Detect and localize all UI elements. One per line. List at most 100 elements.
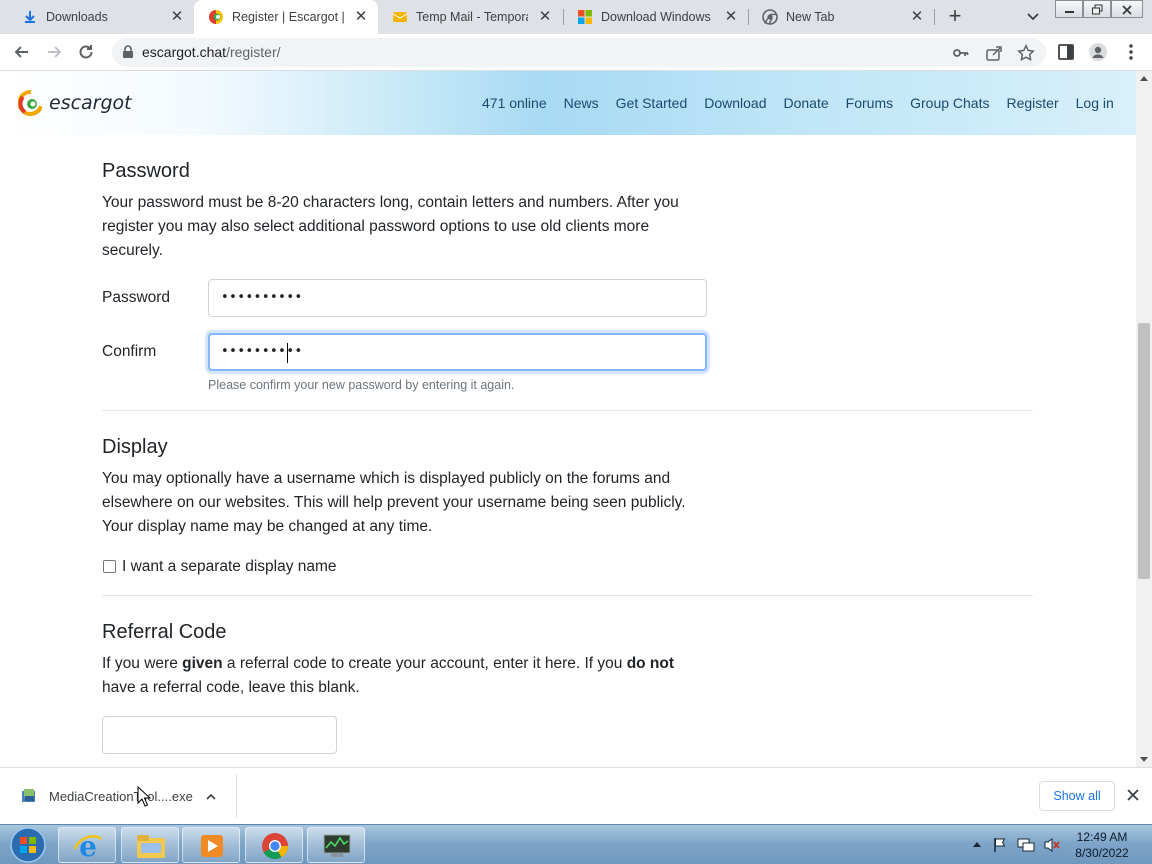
- taskbar-file-explorer[interactable]: [121, 827, 179, 863]
- clock-date: 8/30/2022: [1075, 846, 1129, 860]
- tab-tempmail[interactable]: Temp Mail - Temporar ✕: [378, 0, 562, 34]
- referral-code-input[interactable]: [102, 716, 337, 754]
- forward-icon[interactable]: [44, 42, 64, 62]
- network-icon[interactable]: [1017, 837, 1035, 853]
- referral-bold-do-not: do not: [626, 655, 675, 672]
- confirm-label: Confirm: [102, 343, 157, 360]
- download-bar: MediaCreationTool....exe Show all: [0, 767, 1152, 824]
- tab-close-icon[interactable]: ✕: [538, 9, 552, 24]
- tab-download-windows[interactable]: Download Windows 10 ✕: [563, 0, 748, 34]
- taskbar-chrome[interactable]: [245, 827, 303, 863]
- taskbar-media-player[interactable]: [182, 827, 240, 863]
- tab-close-icon[interactable]: ✕: [724, 9, 738, 24]
- password-value: ••••••••••: [221, 290, 303, 305]
- site-header: escargot 471 online News Get Started Dow…: [0, 71, 1136, 135]
- address-bar[interactable]: escargot.chat/register/: [112, 38, 1046, 67]
- site-logo[interactable]: escargot: [18, 89, 132, 117]
- referral-text-3: have a referral code, leave this blank.: [102, 679, 360, 696]
- close-icon[interactable]: [1126, 788, 1140, 802]
- password-input[interactable]: ••••••••••: [208, 279, 707, 317]
- tab-register[interactable]: Register | Escargot | M ✕: [194, 0, 378, 34]
- tab-close-icon[interactable]: ✕: [354, 9, 368, 24]
- tab-title: Temp Mail - Temporar: [416, 10, 528, 24]
- tab-separator: [934, 9, 935, 25]
- browser-toolbar: escargot.chat/register/: [0, 34, 1152, 71]
- nav-log-in[interactable]: Log in: [1076, 95, 1114, 111]
- media-player-icon: [201, 835, 223, 857]
- tab-strip: Downloads ✕ Register | Escargot | M ✕ Te…: [0, 0, 1152, 34]
- tab-close-icon[interactable]: ✕: [170, 9, 184, 24]
- display-name-checkbox[interactable]: [103, 560, 116, 573]
- main-nav: 471 online News Get Started Download Don…: [482, 95, 1131, 111]
- text-caret: [287, 343, 288, 363]
- close-window-button[interactable]: [1111, 0, 1143, 18]
- confirm-password-input[interactable]: ••••••••••: [208, 333, 707, 371]
- tab-title: Register | Escargot | M: [232, 10, 344, 24]
- scroll-down-arrow-icon[interactable]: [1140, 757, 1148, 763]
- download-item[interactable]: MediaCreationTool....exe: [14, 780, 236, 814]
- share-icon[interactable]: [985, 44, 1003, 62]
- referral-text-1: If you were: [102, 655, 183, 672]
- chevron-up-icon[interactable]: [204, 790, 218, 804]
- tab-title: Downloads: [46, 10, 108, 24]
- referral-bold-given: given: [182, 655, 223, 672]
- new-tab-button[interactable]: +: [944, 5, 966, 28]
- nav-register[interactable]: Register: [1006, 95, 1058, 111]
- windows-icon: [578, 10, 592, 24]
- taskbar-internet-explorer[interactable]: e: [58, 827, 116, 863]
- key-icon[interactable]: [952, 44, 970, 62]
- taskbar-task-manager[interactable]: [307, 827, 365, 863]
- action-center-flag-icon[interactable]: [992, 837, 1008, 853]
- nav-news[interactable]: News: [564, 95, 599, 111]
- volume-muted-icon[interactable]: [1043, 837, 1061, 853]
- profile-avatar-icon[interactable]: [1088, 42, 1108, 62]
- bookmark-star-icon[interactable]: [1017, 44, 1035, 62]
- side-panel-icon[interactable]: [1056, 42, 1076, 62]
- confirm-help-text: Please confirm your new password by ente…: [208, 378, 515, 392]
- scroll-thumb[interactable]: [1138, 323, 1150, 579]
- page-content: Password Your password must be 8-20 char…: [0, 135, 1136, 767]
- restore-button[interactable]: [1083, 0, 1111, 18]
- tempmail-icon: [392, 12, 408, 22]
- confirm-value: ••••••••••: [221, 344, 303, 359]
- tab-new-tab[interactable]: New Tab ✕: [748, 0, 934, 34]
- installer-file-icon: [22, 789, 35, 802]
- system-clock[interactable]: 12:49 AM 8/30/2022: [1066, 829, 1138, 861]
- task-manager-icon: [323, 834, 351, 857]
- folder-icon: [137, 835, 165, 858]
- mouse-cursor-icon: [137, 786, 151, 807]
- nav-forums[interactable]: Forums: [846, 95, 893, 111]
- start-button-icon[interactable]: [2, 826, 50, 864]
- display-name-checkbox-label[interactable]: I want a separate display name: [122, 558, 337, 576]
- chevron-down-icon[interactable]: [1024, 8, 1042, 26]
- more-menu-icon[interactable]: [1121, 42, 1141, 62]
- minimize-icon: [1065, 11, 1074, 13]
- password-description: Your password must be 8-20 characters lo…: [102, 194, 679, 259]
- restore-icon: [1092, 4, 1103, 15]
- show-hidden-icons-icon[interactable]: [972, 840, 982, 848]
- url-domain: escargot.chat: [142, 44, 227, 60]
- minimize-button[interactable]: [1055, 0, 1083, 18]
- internet-explorer-icon: e: [73, 831, 102, 861]
- nav-donate[interactable]: Donate: [784, 95, 829, 111]
- tab-close-icon[interactable]: ✕: [910, 9, 924, 24]
- windows-taskbar: e 12:49 AM 8/30/2022: [0, 824, 1152, 864]
- nav-download[interactable]: Download: [704, 95, 766, 111]
- url-path: /register/: [226, 44, 281, 60]
- referral-description: If you were given a referral code to cre…: [102, 652, 702, 700]
- download-file-name: MediaCreationTool....exe: [49, 789, 193, 804]
- show-all-button[interactable]: Show all: [1039, 781, 1115, 811]
- scroll-up-arrow-icon[interactable]: [1140, 75, 1148, 81]
- chrome-icon: [762, 9, 778, 25]
- reload-icon[interactable]: [76, 42, 96, 62]
- lock-icon[interactable]: [122, 45, 134, 59]
- back-icon[interactable]: [12, 42, 32, 62]
- download-icon: [25, 11, 35, 23]
- nav-group-chats[interactable]: Group Chats: [910, 95, 989, 111]
- clock-time: 12:49 AM: [1076, 830, 1128, 844]
- tab-downloads[interactable]: Downloads ✕: [8, 0, 194, 34]
- nav-online-count[interactable]: 471 online: [482, 95, 547, 111]
- nav-get-started[interactable]: Get Started: [616, 95, 688, 111]
- page-scrollbar[interactable]: [1136, 71, 1152, 767]
- escargot-icon: [209, 10, 223, 24]
